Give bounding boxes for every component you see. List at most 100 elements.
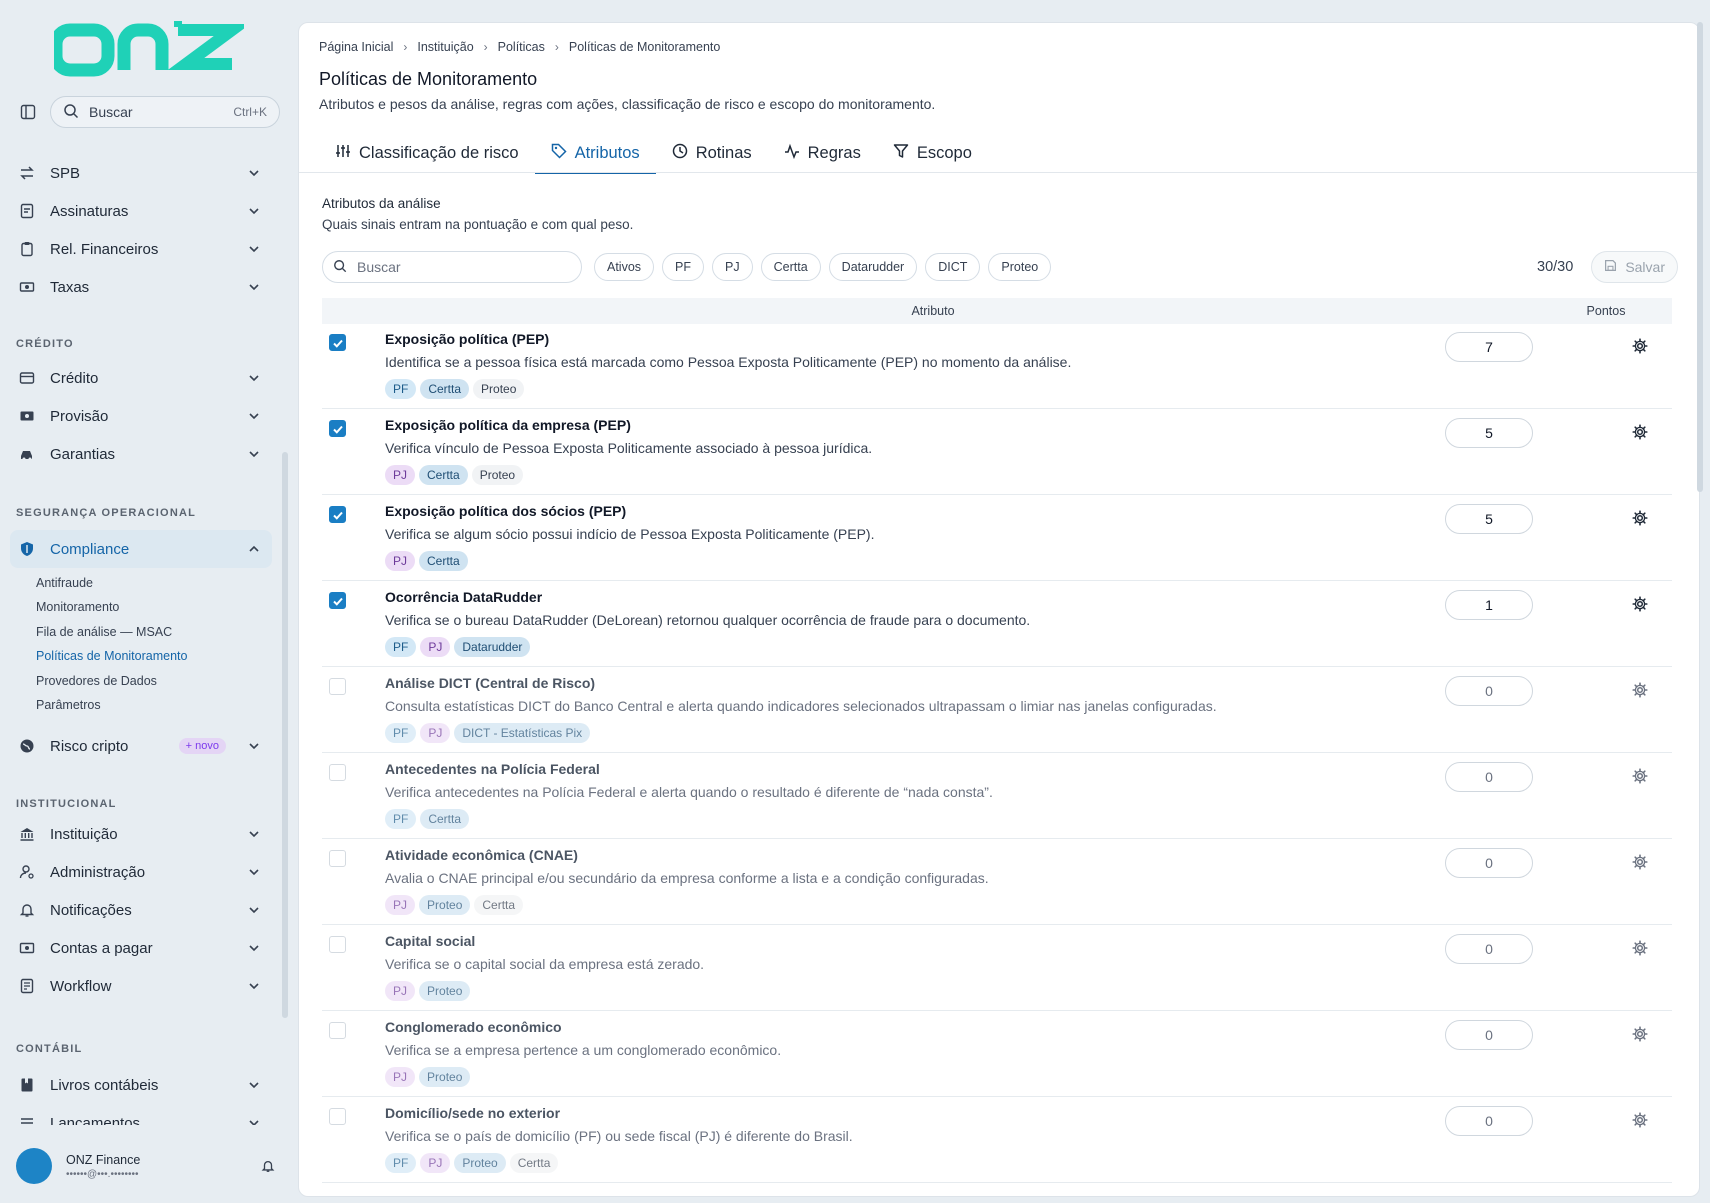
gear-icon[interactable] (1632, 1112, 1650, 1130)
sidebar-item-credito[interactable]: Crédito (10, 359, 272, 397)
filter-chip-pj[interactable]: PJ (712, 253, 753, 281)
sidebar-item-label: Crédito (50, 369, 99, 387)
section-subtitle: Quais sinais entram na pontuação e com q… (322, 217, 634, 232)
sidebar-item-spb[interactable]: SPB (10, 154, 272, 192)
points-input[interactable] (1445, 848, 1533, 878)
attribute-checkbox[interactable] (329, 764, 346, 781)
filter-chip-certta[interactable]: Certta (760, 253, 821, 281)
sidebar-item-livros-contabeis[interactable]: Livros contábeis (10, 1066, 272, 1104)
tab-escopo[interactable]: Escopo (877, 133, 988, 173)
points-input[interactable] (1445, 1020, 1533, 1050)
bell-icon (18, 901, 36, 919)
attribute-checkbox[interactable] (329, 420, 346, 437)
sidebar-item-provisao[interactable]: Provisão (10, 397, 272, 435)
sidebar-item-notificacoes[interactable]: Notificações (10, 891, 272, 929)
filter-chip-dict[interactable]: DICT (925, 253, 981, 281)
table-row: Atividade econômica (CNAE) Avalia o CNAE … (322, 839, 1672, 925)
card-icon (18, 369, 36, 387)
attribute-tag: PF (385, 809, 417, 829)
points-input[interactable] (1445, 934, 1533, 964)
attribute-tags: PJ Proteo Certta (385, 895, 524, 915)
save-button[interactable]: Salvar (1591, 251, 1678, 283)
sidebar-item-garantias[interactable]: Garantias (10, 435, 272, 473)
onz-logo[interactable] (54, 18, 244, 78)
filter-chip-pf[interactable]: PF (662, 253, 705, 281)
sidebar-sub-antifraude[interactable]: Antifraude (36, 576, 93, 590)
tab-atributos[interactable]: Atributos (534, 133, 656, 174)
points-input[interactable] (1445, 1106, 1533, 1136)
gear-icon[interactable] (1632, 940, 1650, 958)
sidebar-item-workflow[interactable]: Workflow (10, 967, 272, 1005)
attribute-checkbox[interactable] (329, 592, 346, 609)
bell-icon[interactable] (256, 1154, 280, 1178)
points-input[interactable] (1445, 676, 1533, 706)
sidebar-search[interactable]: Buscar Ctrl+K (50, 96, 280, 128)
sidebar-item-rel-financeiros[interactable]: Rel. Financeiros (10, 230, 272, 268)
breadcrumb-politicas[interactable]: Políticas (498, 40, 545, 54)
user-profile[interactable]: ONZ Finance ••••••@•••.•••••••• (16, 1146, 280, 1186)
sidebar-item-lancamentos[interactable]: Lançamentos (10, 1104, 272, 1125)
filter-chip-proteo[interactable]: Proteo (988, 253, 1052, 281)
avatar[interactable] (16, 1148, 52, 1184)
attribute-checkbox[interactable] (329, 334, 346, 351)
sidebar-scrollbar[interactable] (282, 452, 288, 1018)
gear-icon[interactable] (1632, 768, 1650, 786)
sidebar-item-administracao[interactable]: Administração (10, 853, 272, 891)
attribute-checkbox[interactable] (329, 850, 346, 867)
gear-icon[interactable] (1632, 854, 1650, 872)
gear-icon[interactable] (1632, 596, 1650, 614)
filter-chip-datarudder[interactable]: Datarudder (828, 253, 918, 281)
points-input[interactable] (1445, 762, 1533, 792)
attribute-search[interactable] (322, 251, 582, 283)
attribute-tag: PJ (385, 551, 416, 571)
filter-chip-ativos[interactable]: Ativos (594, 253, 655, 281)
attribute-checkbox[interactable] (329, 936, 346, 953)
points-input[interactable] (1445, 590, 1533, 620)
tab-rotinas[interactable]: Rotinas (656, 133, 768, 173)
check-icon (332, 511, 343, 520)
tab-classificacao-risco[interactable]: Classificação de risco (319, 133, 535, 173)
section-title: Atributos da análise (322, 196, 441, 211)
sidebar-item-contas-pagar[interactable]: Contas a pagar (10, 929, 272, 967)
points-input[interactable] (1445, 332, 1533, 362)
attribute-tag: DICT - Estatísticas Pix (454, 723, 591, 743)
points-input[interactable] (1445, 418, 1533, 448)
attribute-checkbox[interactable] (329, 678, 346, 695)
chevron-down-icon (246, 446, 262, 462)
tab-regras[interactable]: Regras (768, 133, 877, 173)
sidebar-sub-fila-analise[interactable]: Fila de análise — MSAC (36, 625, 172, 639)
attribute-title: Ocorrência DataRudder (385, 589, 543, 605)
sidebar-item-label: Administração (50, 863, 146, 881)
attribute-checkbox[interactable] (329, 1108, 346, 1125)
sidebar-sub-monitoramento[interactable]: Monitoramento (36, 600, 119, 614)
sidebar-sub-parametros[interactable]: Parâmetros (36, 698, 101, 712)
panel-toggle-icon[interactable] (16, 100, 40, 124)
sidebar-nav[interactable]: SPB Assinaturas Rel. Financeiros Taxas C… (0, 140, 290, 1125)
attribute-tag: Certta (420, 809, 470, 829)
gear-icon[interactable] (1632, 1026, 1650, 1044)
main-scrollbar[interactable] (1697, 22, 1703, 492)
gear-icon[interactable] (1632, 424, 1650, 442)
gear-icon[interactable] (1632, 682, 1650, 700)
search-input[interactable] (357, 259, 571, 275)
sidebar-item-assinaturas[interactable]: Assinaturas (10, 192, 272, 230)
attribute-checkbox[interactable] (329, 1022, 346, 1039)
chevron-down-icon (246, 203, 262, 219)
attribute-tag: PF (385, 379, 417, 399)
gear-icon[interactable] (1632, 338, 1650, 356)
gear-icon[interactable] (1632, 510, 1650, 528)
sidebar-sub-provedores-dados[interactable]: Provedores de Dados (36, 674, 157, 688)
breadcrumb-home[interactable]: Página Inicial (319, 40, 393, 54)
breadcrumb-instituicao[interactable]: Instituição (417, 40, 473, 54)
sidebar-sub-politicas-monitoramento[interactable]: Políticas de Monitoramento (36, 649, 187, 663)
sidebar-item-label: Provisão (50, 407, 109, 425)
points-input[interactable] (1445, 504, 1533, 534)
sidebar-item-taxas[interactable]: Taxas (10, 268, 272, 306)
attribute-title: Exposição política (PEP) (385, 331, 550, 347)
sidebar-item-instituicao[interactable]: Instituição (10, 815, 272, 853)
attribute-tag: PF (385, 723, 417, 743)
sidebar-item-risco-cripto[interactable]: Risco cripto + novo (10, 727, 272, 765)
signature-icon (18, 202, 36, 220)
attribute-checkbox[interactable] (329, 506, 346, 523)
sidebar-item-compliance[interactable]: Compliance (10, 530, 272, 568)
